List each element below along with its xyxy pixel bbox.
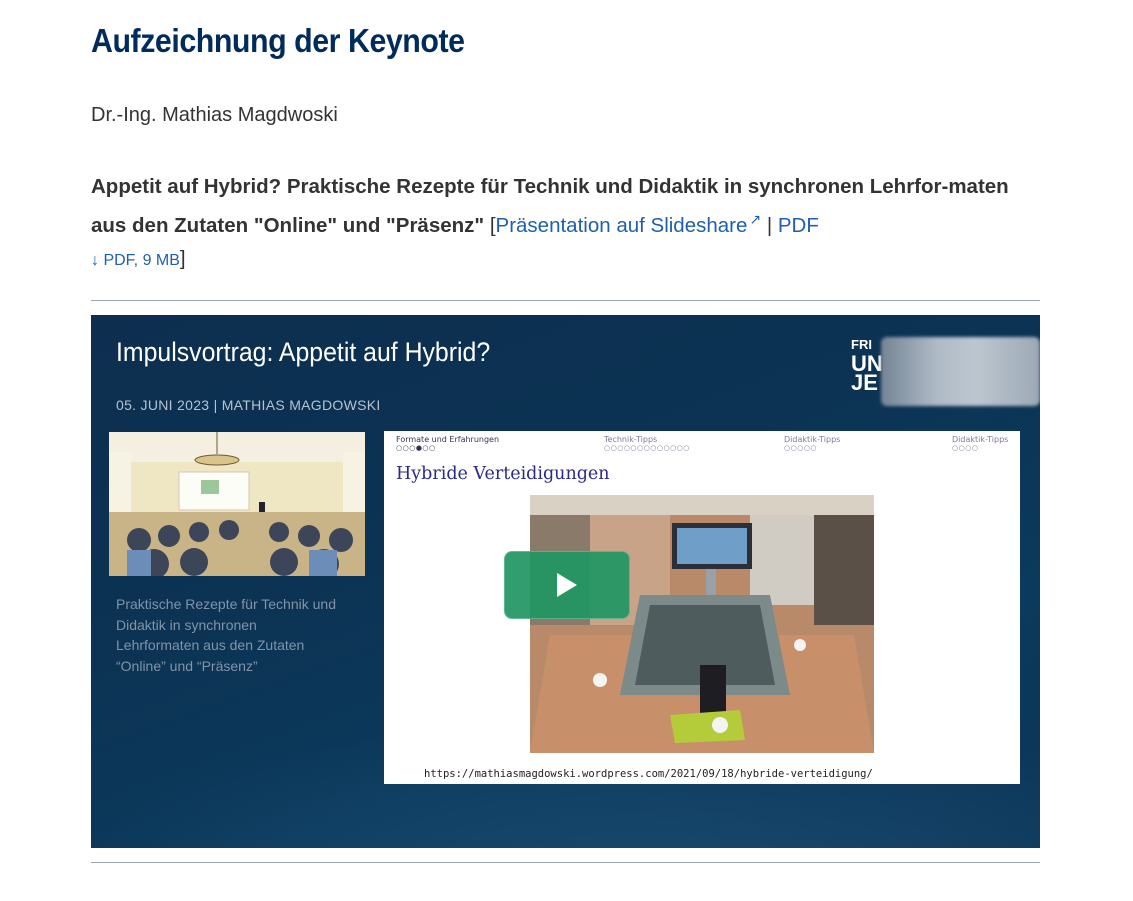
slideshare-link[interactable]: Präsentation auf Slideshare [496,214,748,237]
video-subtitle: 05. JUNI 2023 | MATHIAS MAGDOWSKI [116,397,381,413]
slide-url: https://mathiasmagdowski.wordpress.com/2… [424,768,873,780]
section-label: Formate und Erfahrungen [396,435,500,444]
page-title: Aufzeichnung der Keynote [91,22,465,59]
slide-nav-section: Didaktik-Tipps ○○○○ [952,435,1008,452]
talk-description: Appetit auf Hybrid? Praktische Rezepte f… [91,170,1040,277]
author-name: Dr.-Ing. Mathias Magdwoski [91,104,338,126]
video-player[interactable]: Impulsvortrag: Appetit auf Hybrid? 05. J… [91,315,1040,848]
link-separator: | [766,213,773,237]
presentation-slide: Formate und Erfahrungen ○○○●○○ Technik-T… [384,431,1020,784]
blurred-logo-area [881,337,1040,406]
play-icon [557,573,577,597]
slide-nav-section: Didaktik-Tipps ○○○○○ [784,435,840,452]
section-label: Technik-Tipps [604,435,658,444]
external-link-icon: ↗ [749,211,762,227]
section-dots: ○○○●○○ [396,444,436,452]
section-label: Didaktik-Tipps [952,435,1009,444]
divider-bottom [91,862,1040,863]
video-caption: Praktische Rezepte für Technik und Didak… [116,596,336,674]
play-button[interactable] [504,551,630,619]
bracket-close: ] [179,246,186,270]
video-title: Impulsvortrag: Appetit auf Hybrid? [116,337,491,367]
section-dots: ○○○○ [952,444,979,452]
pdf-link-label: PDF [777,213,819,237]
divider-top [91,300,1040,301]
pdf-size: PDF, 9 MB [103,251,180,269]
section-dots: ○○○○○○○○○○○○○ [604,444,690,452]
download-icon: ↓ [91,251,104,269]
slide-heading: Hybride Verteidigungen [396,464,610,484]
slide-nav-section: Formate und Erfahrungen ○○○●○○ [396,435,499,452]
section-dots: ○○○○○ [784,444,818,452]
conference-room-photo [530,495,874,753]
section-label: Didaktik-Tipps [784,435,841,444]
lecture-hall-photo [109,432,365,576]
slide-nav-section: Technik-Tipps ○○○○○○○○○○○○○ [604,435,690,452]
